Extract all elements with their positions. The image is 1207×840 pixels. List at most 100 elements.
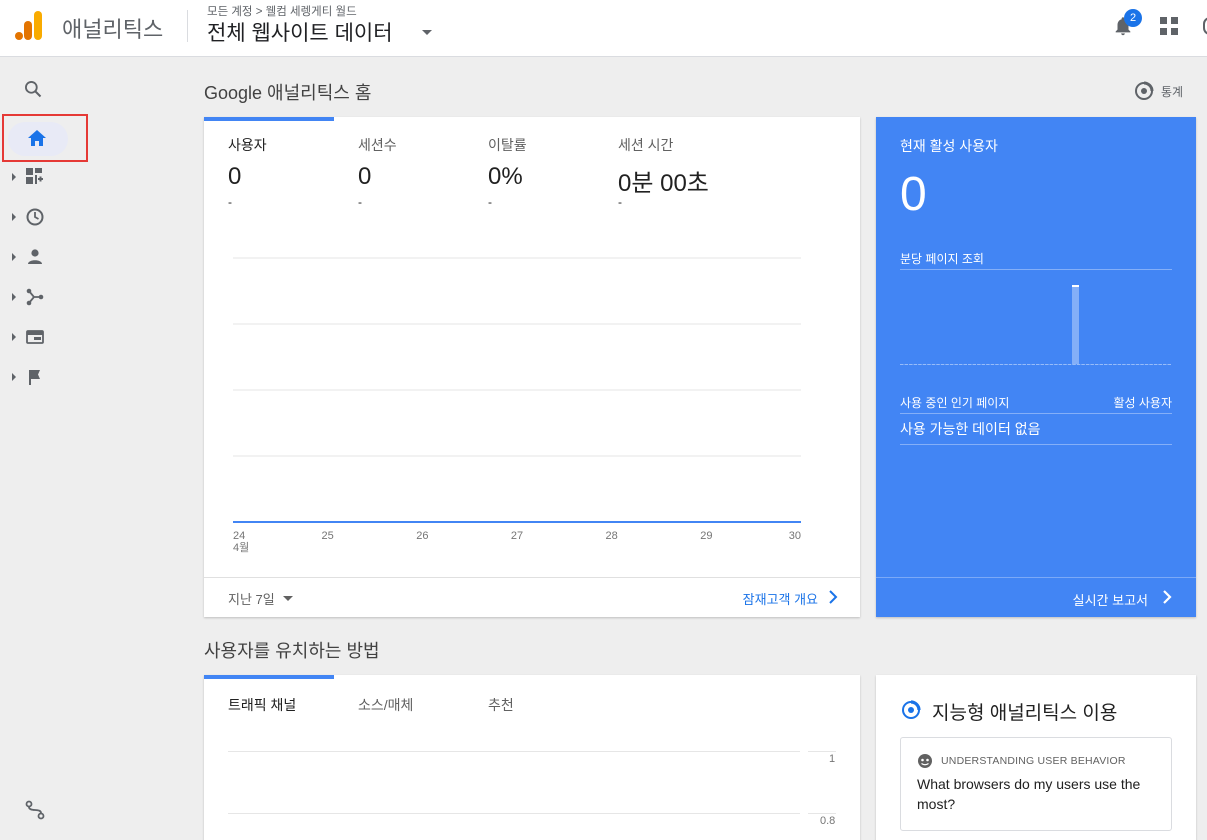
acquisition-icon bbox=[26, 288, 44, 306]
pageview-bar bbox=[1167, 364, 1171, 365]
x-tick-label: 29 bbox=[700, 530, 712, 542]
metric-sessions[interactable]: 세션수 0 - bbox=[334, 117, 464, 217]
caret-down-icon[interactable] bbox=[283, 596, 293, 601]
pageview-bar bbox=[954, 364, 958, 365]
tab-source-medium[interactable]: 소스/매체 bbox=[334, 675, 464, 731]
divider bbox=[900, 413, 1172, 414]
divider bbox=[900, 444, 1172, 445]
pageview-bar bbox=[981, 364, 986, 365]
active-users-column-label: 활성 사용자 bbox=[1113, 396, 1172, 410]
current-minute-cap bbox=[1072, 285, 1079, 287]
expand-arrow-icon[interactable] bbox=[12, 293, 16, 301]
expand-arrow-icon[interactable] bbox=[12, 373, 16, 381]
question-text: What browsers do my users use the most? bbox=[917, 776, 1141, 812]
pageview-bar bbox=[1004, 364, 1008, 365]
date-range-select[interactable]: 지난 7일 bbox=[228, 589, 275, 608]
pageview-bar bbox=[1058, 364, 1063, 365]
metric-value: 0 bbox=[358, 163, 372, 190]
pageview-bar bbox=[922, 364, 927, 365]
pageview-bar bbox=[940, 364, 945, 365]
audience-overview-link[interactable]: 잠재고객 개요 bbox=[743, 589, 818, 608]
gridline bbox=[808, 751, 836, 752]
nav-behavior[interactable] bbox=[10, 325, 50, 349]
account-avatar[interactable] bbox=[1203, 17, 1207, 35]
nav-conversions[interactable] bbox=[10, 365, 50, 389]
question-category: UNDERSTANDING USER BEHAVIOR bbox=[941, 755, 1126, 767]
side-nav bbox=[0, 57, 180, 840]
search-icon[interactable] bbox=[23, 79, 43, 99]
expand-arrow-icon[interactable] bbox=[12, 173, 16, 181]
pageview-bar bbox=[968, 364, 972, 365]
y-tick-label: 0.8 bbox=[820, 815, 836, 827]
nav-acquisition[interactable] bbox=[10, 285, 50, 309]
pageview-bar bbox=[995, 364, 999, 365]
pageview-bar bbox=[1022, 364, 1026, 365]
pageview-bar bbox=[1081, 364, 1085, 365]
analytics-logo[interactable] bbox=[14, 11, 44, 41]
nav-realtime[interactable] bbox=[10, 205, 50, 229]
person-icon bbox=[28, 249, 42, 264]
pageview-bar bbox=[913, 364, 918, 365]
metric-users[interactable]: 사용자 0 - bbox=[204, 117, 334, 217]
tab-referrals[interactable]: 추천 bbox=[464, 675, 594, 731]
insights-label: 통계 bbox=[1161, 85, 1184, 99]
pageview-bar bbox=[945, 364, 949, 365]
pageviews-bar-chart bbox=[900, 285, 1171, 365]
nav-audience[interactable] bbox=[10, 245, 50, 269]
pageview-bar bbox=[1026, 364, 1031, 365]
intelligence-icon bbox=[902, 700, 921, 719]
pageview-bar bbox=[1013, 364, 1017, 365]
chevron-right-icon[interactable] bbox=[1160, 590, 1174, 604]
pageview-bar bbox=[1135, 364, 1140, 365]
customization-icon bbox=[26, 168, 43, 184]
pageview-bar bbox=[1049, 364, 1054, 365]
user-behavior-icon bbox=[918, 754, 932, 768]
nav-customization[interactable] bbox=[10, 165, 50, 189]
pageview-bar bbox=[1122, 364, 1126, 365]
active-user-count: 0 bbox=[900, 168, 927, 221]
metric-delta: - bbox=[228, 195, 232, 209]
expand-arrow-icon[interactable] bbox=[12, 333, 16, 341]
pageview-bar bbox=[1076, 364, 1081, 365]
intelligence-card: 지능형 애널리틱스 이용 UNDERSTANDING USER BEHAVIOR… bbox=[876, 675, 1196, 840]
nav-home-button[interactable] bbox=[8, 122, 68, 156]
pageviews-per-minute-label: 분당 페이지 조회 bbox=[900, 252, 984, 266]
pageview-bar bbox=[1031, 364, 1035, 365]
pageview-bar bbox=[1040, 364, 1045, 365]
pageview-bar bbox=[909, 364, 913, 365]
pageview-bar bbox=[1090, 364, 1094, 365]
app-name[interactable]: 애널리틱스 bbox=[62, 12, 163, 44]
metric-label: 세션 시간 bbox=[618, 137, 674, 153]
discover-icon[interactable] bbox=[25, 800, 45, 820]
pageview-bar bbox=[1126, 364, 1131, 365]
pageview-bar bbox=[999, 364, 1004, 365]
pageview-bar bbox=[977, 364, 981, 365]
pageview-bar bbox=[931, 364, 936, 365]
caret-down-icon[interactable] bbox=[422, 30, 432, 35]
overview-card: 사용자 0 - 세션수 0 - 이탈률 0% - 세션 시간 0분 00초 - … bbox=[204, 117, 860, 617]
chevron-right-icon[interactable] bbox=[826, 590, 840, 604]
tab-traffic-channel[interactable]: 트래픽 채널 bbox=[204, 675, 334, 731]
metric-delta: - bbox=[358, 195, 362, 209]
x-tick-label: 26 bbox=[416, 530, 428, 542]
home-icon bbox=[28, 130, 46, 146]
metric-value: 0 bbox=[228, 163, 242, 190]
apps-grid-icon[interactable] bbox=[1160, 17, 1178, 35]
pageview-bar bbox=[1158, 364, 1162, 365]
metric-session-duration[interactable]: 세션 시간 0분 00초 - bbox=[594, 117, 794, 217]
pageview-bar bbox=[972, 364, 977, 365]
realtime-report-link[interactable]: 실시간 보고서 bbox=[1073, 590, 1148, 609]
pageview-bar bbox=[1099, 364, 1103, 365]
question-card[interactable]: UNDERSTANDING USER BEHAVIOR What browser… bbox=[900, 737, 1172, 831]
insights-button[interactable]: 통계 bbox=[1133, 80, 1193, 102]
pageview-bar bbox=[1153, 364, 1158, 365]
pageview-bar bbox=[986, 364, 990, 365]
expand-arrow-icon[interactable] bbox=[12, 213, 16, 221]
metric-bounce-rate[interactable]: 이탈률 0% - bbox=[464, 117, 594, 217]
expand-arrow-icon[interactable] bbox=[12, 253, 16, 261]
pageview-bar bbox=[958, 364, 963, 365]
metric-value: 0분 00초 bbox=[618, 170, 709, 197]
pageview-bar bbox=[1063, 364, 1067, 365]
view-selector[interactable]: 전체 웹사이트 데이터 bbox=[207, 17, 393, 47]
pageview-bar bbox=[990, 364, 995, 365]
